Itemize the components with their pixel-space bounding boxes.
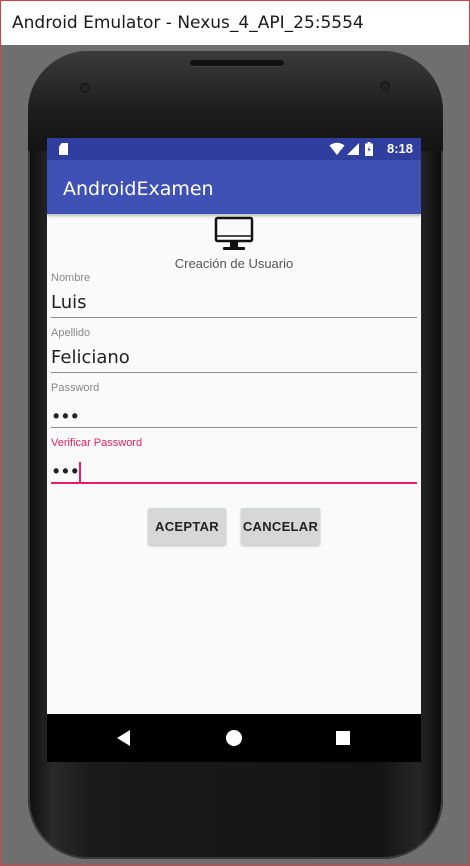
verificar-password-label: Verificar Password: [51, 437, 143, 449]
window-titlebar: Android Emulator - Nexus_4_API_25:5554: [1, 1, 469, 45]
apellido-input[interactable]: Feliciano: [51, 347, 130, 368]
sensor-icon: [80, 83, 90, 93]
back-icon[interactable]: [112, 726, 136, 750]
verificar-password-input[interactable]: •••: [53, 461, 81, 483]
recents-icon[interactable]: [331, 726, 355, 750]
signal-icon: [347, 143, 359, 155]
phone-top-bezel: [28, 51, 443, 151]
form-heading: Creación de Usuario: [174, 256, 294, 271]
status-time: 8:18: [386, 141, 413, 156]
wifi-icon: [329, 142, 345, 156]
nombre-underline: [51, 317, 417, 318]
apellido-label: Apellido: [51, 327, 91, 339]
password-underline: [51, 427, 417, 428]
nombre-input[interactable]: Luis: [51, 292, 87, 313]
navigation-bar: [47, 714, 421, 762]
text-cursor: [78, 462, 81, 483]
password-label: Password: [51, 382, 100, 394]
home-icon[interactable]: [222, 726, 246, 750]
verificar-password-underline: [51, 482, 417, 484]
emulator-window: Android Emulator - Nexus_4_API_25:5554 8…: [0, 0, 470, 866]
earpiece-speaker: [190, 60, 284, 66]
app-bar: AndroidExamen: [47, 160, 421, 214]
cancel-button[interactable]: CANCELAR: [241, 508, 320, 545]
window-title: Android Emulator - Nexus_4_API_25:5554: [12, 13, 364, 33]
battery-icon: [365, 142, 373, 156]
nombre-label: Nombre: [51, 272, 91, 284]
sd-card-icon: [59, 143, 68, 155]
app-title: AndroidExamen: [63, 178, 214, 200]
desktop-monitor-icon: [214, 216, 254, 250]
verificar-password-value: •••: [53, 461, 81, 481]
accept-button[interactable]: ACEPTAR: [148, 508, 226, 545]
status-bar: 8:18: [47, 138, 421, 160]
apellido-underline: [51, 372, 417, 373]
front-camera-icon: [380, 81, 390, 91]
password-input[interactable]: •••: [53, 406, 81, 427]
device-screen: 8:18 AndroidExamen Creación de Usuario N…: [47, 138, 421, 762]
